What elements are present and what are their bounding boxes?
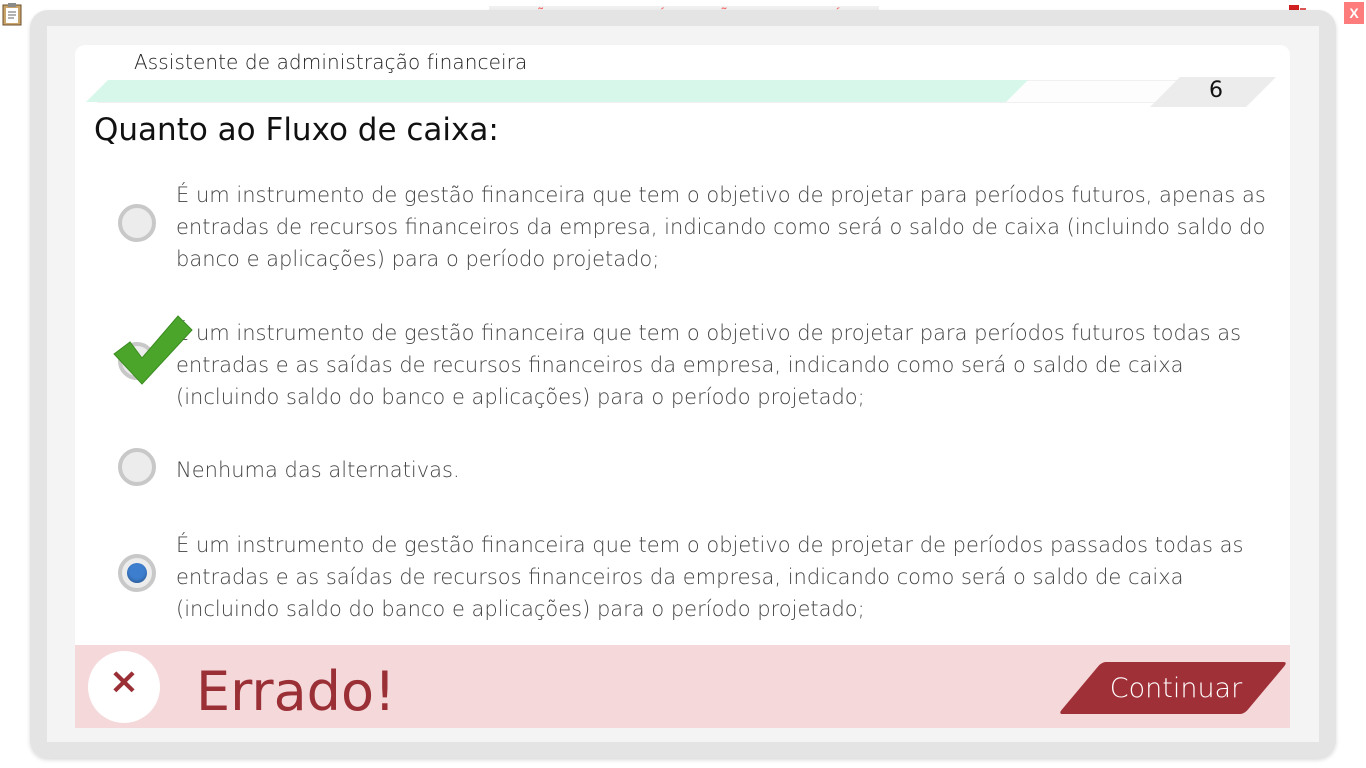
option-4-text[interactable]: É um instrumento de gestão financeira qu…: [176, 529, 1266, 625]
correct-check-icon: [113, 315, 193, 385]
close-window-button[interactable]: X: [1344, 2, 1364, 24]
question-title: Quanto ao Fluxo de caixa:: [94, 112, 499, 148]
option-1-radio[interactable]: [118, 204, 156, 242]
option-1-text[interactable]: É um instrumento de gestão financeira qu…: [176, 179, 1266, 275]
option-3-text[interactable]: Nenhuma das alternativas.: [176, 454, 1266, 486]
option-3-radio[interactable]: [118, 448, 156, 486]
radio-selected-dot: [127, 563, 147, 583]
feedback-result-text: Errado!: [196, 660, 396, 723]
progress-bar-fill: [86, 80, 1028, 102]
wrong-x-icon: ×: [108, 661, 140, 702]
course-title: Assistente de administração financeira: [134, 50, 528, 74]
option-2-text[interactable]: É um instrumento de gestão financeira qu…: [176, 317, 1266, 413]
continue-button-label[interactable]: Continuar: [1096, 673, 1256, 704]
page-number: 6: [1209, 78, 1223, 103]
option-4-radio[interactable]: [118, 554, 156, 592]
clipboard-icon[interactable]: [2, 2, 22, 26]
